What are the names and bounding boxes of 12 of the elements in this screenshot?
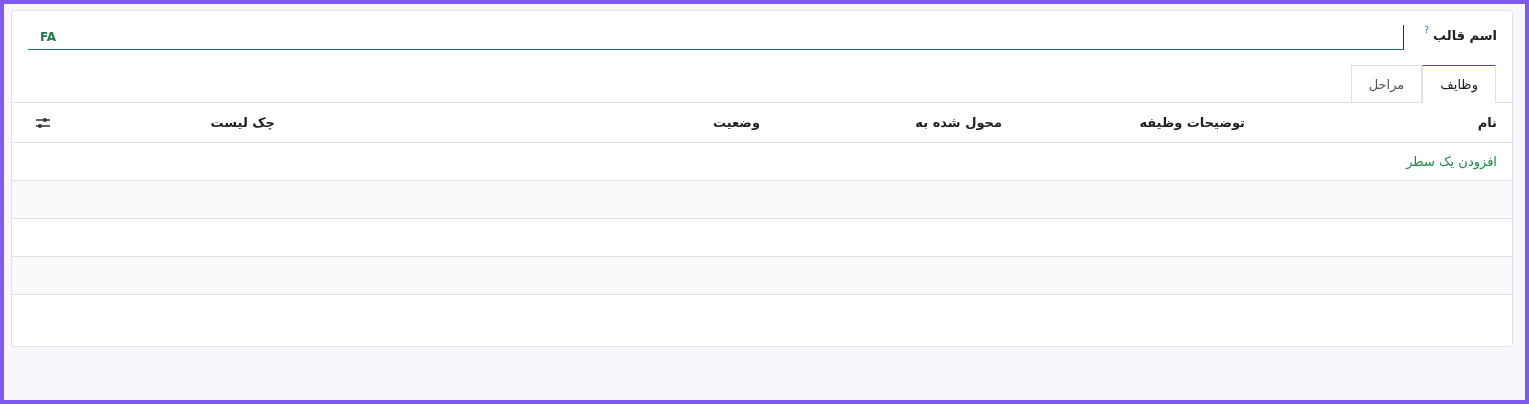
- column-header: چک لیست: [210, 115, 275, 130]
- help-mark[interactable]: ?: [1424, 25, 1429, 35]
- column-header: توضیحات وظیفه: [1139, 115, 1245, 130]
- column-header: نام: [1477, 115, 1497, 130]
- input-field[interactable]: FA: [28, 25, 1405, 50]
- column-header: محول شده به: [915, 115, 1002, 130]
- field-label: اسم قالب: [1433, 27, 1497, 43]
- add-line-link[interactable]: افزودن یک سطر: [1406, 154, 1497, 169]
- tab[interactable]: وظایف: [1422, 65, 1496, 103]
- settings-icon[interactable]: [36, 116, 50, 129]
- column-header: وضعیت: [712, 115, 760, 130]
- tab[interactable]: مراحل: [1350, 65, 1423, 103]
